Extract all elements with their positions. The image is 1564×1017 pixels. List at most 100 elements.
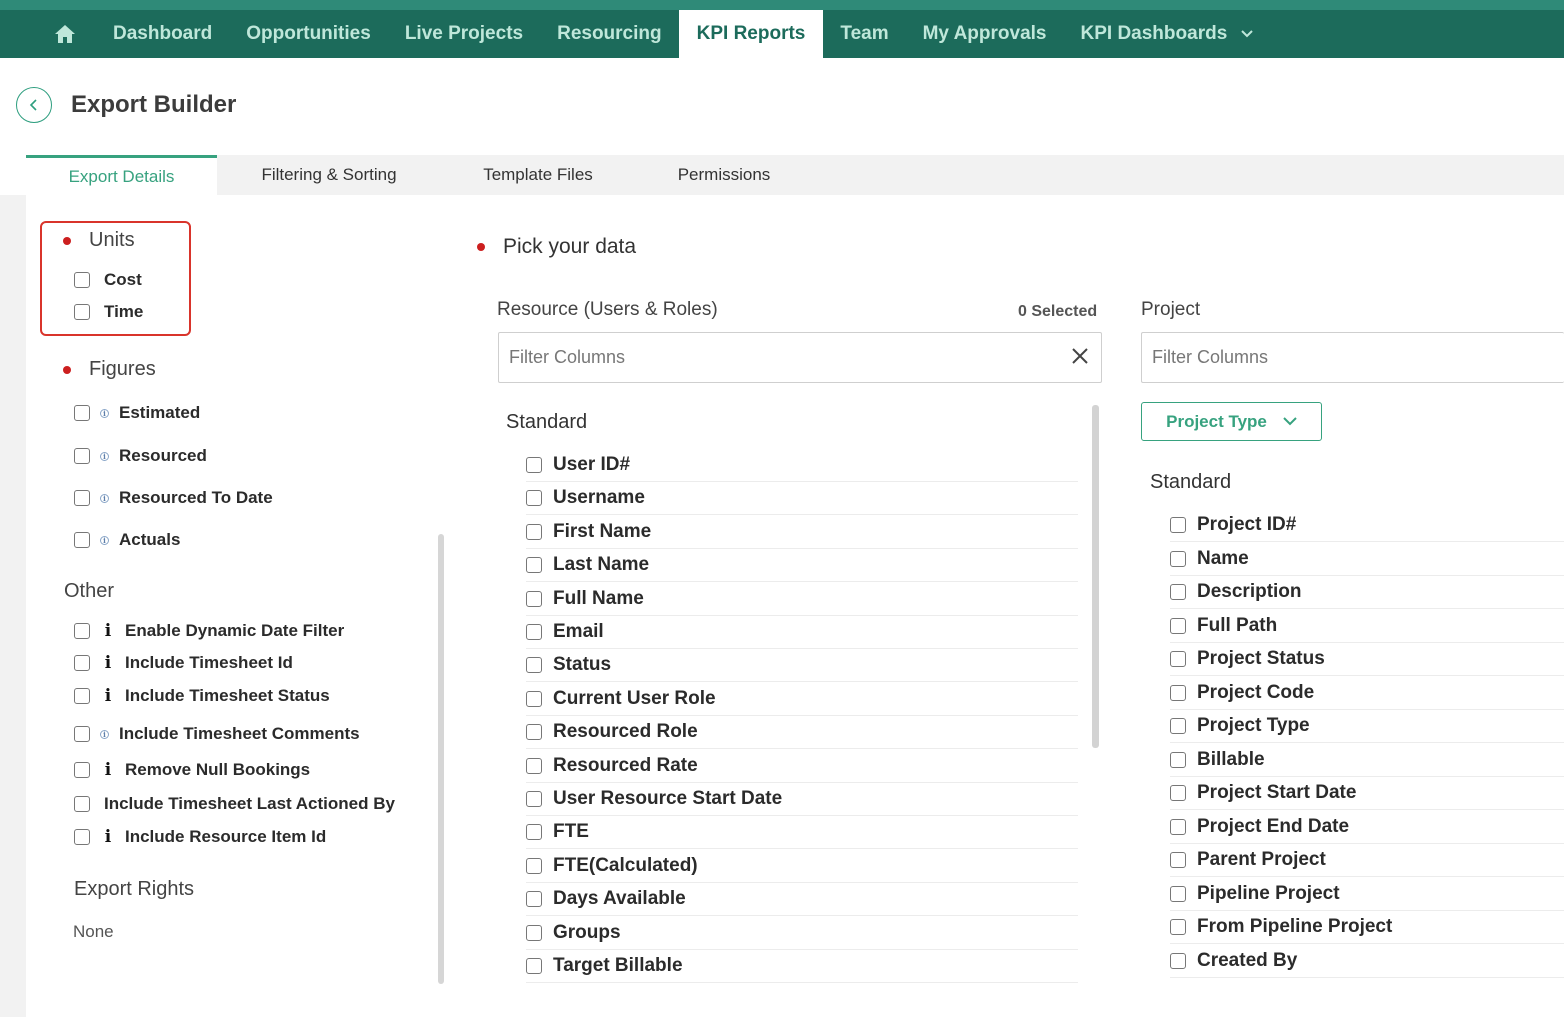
project-type-label: Project Type (1166, 411, 1267, 431)
fte-calculated-checkbox[interactable] (526, 857, 542, 874)
nav-team[interactable]: Team (823, 10, 905, 58)
user-id-checkbox[interactable] (526, 457, 542, 473)
info-icon[interactable]: i (100, 451, 109, 461)
home-button[interactable] (0, 10, 96, 58)
created-by-checkbox[interactable] (1170, 952, 1186, 969)
timesheet-id-checkbox[interactable] (74, 655, 90, 671)
nav-dashboard[interactable]: Dashboard (96, 10, 229, 58)
resource-filter-input[interactable] (509, 347, 1101, 368)
resourced-rate-checkbox[interactable] (526, 757, 542, 774)
groups-label: Groups (553, 921, 621, 943)
info-icon[interactable]: i (100, 535, 109, 545)
project-status-checkbox[interactable] (1170, 651, 1186, 667)
list-item: From Pipeline Project (1170, 911, 1564, 944)
list-item: Days Available (526, 883, 1078, 917)
cost-checkbox[interactable] (74, 272, 90, 288)
tab-template-files[interactable]: Template Files (458, 155, 618, 195)
list-item: Parent Project (1170, 844, 1564, 877)
info-icon[interactable]: i (100, 408, 109, 418)
target-billable-label: Target Billable (553, 955, 683, 976)
project-start-date-checkbox[interactable] (1170, 785, 1186, 801)
last-name-checkbox[interactable] (526, 557, 542, 574)
list-item: Last Name (526, 549, 1078, 583)
user-resource-start-date-checkbox[interactable] (526, 791, 542, 807)
remove-null-checkbox[interactable] (74, 762, 90, 778)
fte-checkbox[interactable] (526, 824, 542, 841)
project-end-date-checkbox[interactable] (1170, 818, 1186, 835)
from-pipeline-project-checkbox[interactable] (1170, 919, 1186, 935)
username-checkbox[interactable] (526, 490, 542, 507)
back-button[interactable] (16, 87, 52, 123)
last-actioned-label: Include Timesheet Last Actioned By (104, 794, 395, 813)
first-name-checkbox[interactable] (526, 523, 542, 540)
list-item: Project End Date (1170, 811, 1564, 844)
project-type-dropdown[interactable]: Project Type (1141, 402, 1322, 441)
top-accent-strip (0, 0, 1564, 10)
timesheet-status-label: Include Timesheet Status (125, 686, 330, 705)
name-label: Name (1197, 547, 1249, 569)
tab-export-details[interactable]: Export Details (26, 155, 217, 195)
project-standard-group: Standard (1150, 471, 1232, 493)
list-item: Email (526, 616, 1078, 649)
clear-icon[interactable] (1071, 347, 1089, 370)
tab-filtering-sorting[interactable]: Filtering & Sorting (231, 155, 427, 195)
pipeline-project-label: Pipeline Project (1197, 882, 1340, 904)
project-filter-input[interactable] (1152, 347, 1564, 368)
target-billable-checkbox[interactable] (526, 958, 542, 974)
info-icon[interactable]: i (100, 729, 109, 739)
figure-option-resourced-to-date: i Resourced To Date (74, 488, 273, 508)
export-rights-value: None (73, 922, 114, 941)
nav-opportunities[interactable]: Opportunities (229, 10, 388, 58)
status-checkbox[interactable] (526, 657, 542, 674)
resource-list-scrollbar[interactable] (1092, 405, 1099, 748)
left-panel-scrollbar[interactable] (438, 534, 444, 984)
list-item: User ID# (526, 449, 1078, 482)
resourced-to-date-checkbox[interactable] (74, 490, 90, 506)
resource-item-id-checkbox[interactable] (74, 829, 90, 845)
list-item: Current User Role (526, 683, 1078, 716)
nav-live-projects[interactable]: Live Projects (388, 10, 540, 58)
info-icon[interactable]: i (104, 653, 112, 673)
dynamic-date-checkbox[interactable] (74, 623, 90, 639)
billable-checkbox[interactable] (1170, 751, 1186, 768)
nav-kpi-dashboards-label: KPI Dashboards (1080, 23, 1228, 44)
info-icon[interactable]: i (104, 686, 112, 706)
pipeline-project-checkbox[interactable] (1170, 885, 1186, 902)
resourced-role-label: Resourced Role (553, 721, 698, 743)
resourced-role-checkbox[interactable] (526, 724, 542, 741)
info-icon[interactable]: i (104, 621, 112, 641)
nav-kpi-reports[interactable]: KPI Reports (678, 10, 824, 58)
full-path-checkbox[interactable] (1170, 617, 1186, 634)
groups-checkbox[interactable] (526, 924, 542, 941)
project-id-checkbox[interactable] (1170, 517, 1186, 533)
from-pipeline-project-label: From Pipeline Project (1197, 916, 1393, 937)
description-checkbox[interactable] (1170, 584, 1186, 600)
nav-my-approvals[interactable]: My Approvals (906, 10, 1064, 58)
nav-kpi-dashboards[interactable]: KPI Dashboards (1064, 10, 1271, 58)
parent-project-checkbox[interactable] (1170, 852, 1186, 868)
project-type-checkbox[interactable] (1170, 718, 1186, 734)
days-available-checkbox[interactable] (526, 891, 542, 908)
full-name-label: Full Name (553, 587, 644, 609)
remove-null-label: Remove Null Bookings (125, 760, 311, 779)
info-icon[interactable]: i (100, 493, 109, 503)
current-user-role-checkbox[interactable] (526, 690, 542, 707)
full-path-label: Full Path (1197, 614, 1278, 636)
time-checkbox[interactable] (74, 304, 90, 320)
timesheet-status-checkbox[interactable] (74, 688, 90, 704)
nav-resourcing[interactable]: Resourcing (540, 10, 679, 58)
estimated-checkbox[interactable] (74, 405, 90, 421)
list-item: User Resource Start Date (526, 783, 1078, 816)
actuals-checkbox[interactable] (74, 532, 90, 548)
info-icon[interactable]: i (104, 827, 112, 847)
resourced-checkbox[interactable] (74, 448, 90, 464)
timesheet-comments-checkbox[interactable] (74, 726, 90, 742)
email-checkbox[interactable] (526, 624, 542, 640)
parent-project-label: Parent Project (1197, 849, 1326, 870)
project-code-checkbox[interactable] (1170, 684, 1186, 701)
info-icon[interactable]: i (104, 760, 112, 780)
name-checkbox[interactable] (1170, 550, 1186, 567)
full-name-checkbox[interactable] (526, 590, 542, 607)
last-actioned-checkbox[interactable] (74, 796, 90, 812)
tab-permissions[interactable]: Permissions (654, 155, 794, 195)
